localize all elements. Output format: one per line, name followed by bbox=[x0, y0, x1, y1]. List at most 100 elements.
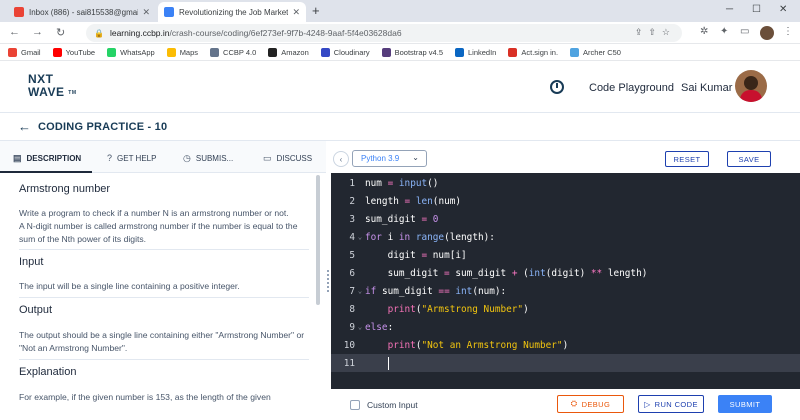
profile-avatar[interactable] bbox=[760, 26, 774, 40]
tab-description[interactable]: ▤ DESCRIPTION bbox=[13, 153, 81, 164]
description-icon: ▤ bbox=[13, 153, 22, 163]
tab-title: Revolutionizing the Job Market | bbox=[179, 7, 289, 17]
bookmark-ccbp-4-0[interactable]: CCBP 4.0 bbox=[210, 47, 257, 57]
title-bar: ← CODING PRACTICE - 10 bbox=[0, 113, 800, 141]
bookmark-whatsapp[interactable]: WhatsApp bbox=[107, 47, 155, 57]
code-line[interactable]: 5 digit = num[i] bbox=[331, 246, 800, 264]
tab-get-help[interactable]: ? GET HELP bbox=[107, 153, 156, 163]
bookmark-gmail[interactable]: Gmail bbox=[8, 47, 41, 57]
maps-icon bbox=[166, 47, 176, 57]
back-icon[interactable]: ← bbox=[9, 26, 20, 38]
omnibox-actions[interactable]: ⇪⇧☆ bbox=[635, 27, 676, 38]
code-text: num = input() bbox=[365, 177, 439, 189]
bookmark-act-sign-in[interactable]: Act.sign in. bbox=[508, 47, 558, 57]
code-line[interactable]: 1 num = input() bbox=[331, 174, 800, 192]
code-line[interactable]: 6 sum_digit = sum_digit + (int(digit) **… bbox=[331, 264, 800, 282]
lock-icon: 🔒 bbox=[94, 28, 104, 38]
avatar[interactable] bbox=[735, 70, 767, 102]
address-bar-row: ← → ↻ 🔒 learning.ccbp.in/crash-course/co… bbox=[0, 22, 800, 44]
bookmark-bootstrap-v4-5[interactable]: Bootstrap v4.5 bbox=[381, 47, 443, 57]
bookmark-maps[interactable]: Maps bbox=[166, 47, 198, 57]
tab-title: Inbox (886) - sai815538@gmail.c bbox=[29, 7, 139, 17]
scrollbar[interactable] bbox=[316, 175, 320, 305]
code-text: digit = num[i] bbox=[387, 249, 467, 261]
code-line[interactable]: 3 sum_digit = 0 bbox=[331, 210, 800, 228]
line-number: 6 bbox=[349, 267, 355, 279]
user-name[interactable]: Sai Kumar bbox=[681, 82, 732, 94]
tab-submissions-label: SUBMIS... bbox=[195, 154, 234, 163]
arrow-left-icon[interactable]: ← bbox=[18, 119, 31, 134]
debug-label: DEBUG bbox=[581, 399, 611, 409]
problem-tabs: ▤ DESCRIPTION ? GET HELP ◷ SUBMIS... ▭ D… bbox=[0, 141, 326, 173]
puzzle-icon[interactable]: ✦ bbox=[720, 26, 728, 37]
maximize-icon[interactable]: ☐ bbox=[752, 4, 761, 15]
youtube-icon bbox=[52, 47, 62, 57]
code-line[interactable]: 8 print("Armstrong Number") bbox=[331, 300, 800, 318]
line-number: 1 bbox=[349, 177, 355, 189]
browser-tab-gmail[interactable]: Inbox (886) - sai815538@gmail.c ✕ bbox=[8, 2, 156, 22]
explanation-heading: Explanation bbox=[19, 366, 77, 378]
bookmark-cloudinary[interactable]: Cloudinary bbox=[320, 47, 370, 57]
code-playground-link[interactable]: Code Playground bbox=[589, 82, 674, 94]
submit-button[interactable]: SUBMIT bbox=[718, 395, 772, 413]
bookmark-amazon[interactable]: Amazon bbox=[268, 47, 309, 57]
sidepanel-icon[interactable]: ▭ bbox=[740, 26, 749, 37]
bookmark-youtube[interactable]: YouTube bbox=[52, 47, 96, 57]
code-line[interactable]: 2 length = len(num) bbox=[331, 192, 800, 210]
code-line[interactable]: 4 ⌄ for i in range(length): bbox=[331, 228, 800, 246]
collapse-panel-button[interactable]: ‹ bbox=[333, 151, 349, 167]
reset-button[interactable]: RESET bbox=[665, 151, 709, 167]
page-title: CODING PRACTICE - 10 bbox=[38, 121, 168, 133]
nxtwave-logo[interactable]: NXT WAVE TM bbox=[28, 73, 88, 103]
line-number: 7 bbox=[349, 285, 355, 297]
bookmark-label: YouTube bbox=[65, 47, 96, 57]
bookmark-linkedin[interactable]: LinkedIn bbox=[455, 47, 496, 57]
problem-description: Armstrong number Write a program to chec… bbox=[19, 173, 309, 404]
timer-icon[interactable] bbox=[550, 80, 564, 94]
editor-footer: Custom Input ⛭ DEBUG ▷ RUN CODE SUBMIT bbox=[331, 389, 800, 420]
fold-chevron-icon[interactable]: ⌄ bbox=[355, 287, 365, 295]
line-number: 11 bbox=[343, 357, 355, 369]
code-line[interactable]: 11 bbox=[331, 354, 800, 372]
line-number: 9 bbox=[349, 321, 355, 333]
menu-icon[interactable]: ⋮ bbox=[783, 26, 793, 37]
new-tab-button[interactable]: + bbox=[312, 3, 320, 18]
amazon-icon bbox=[268, 47, 278, 57]
debug-button[interactable]: ⛭ DEBUG bbox=[557, 395, 624, 413]
input-heading: Input bbox=[19, 256, 44, 268]
custom-input-label[interactable]: Custom Input bbox=[367, 400, 418, 410]
code-line[interactable]: 9 ⌄ else: bbox=[331, 318, 800, 336]
code-editor[interactable]: 1 num = input() 2 length = len(num) 3 sum_dig… bbox=[331, 173, 800, 389]
explanation-text: For example, if the given number is 153,… bbox=[19, 392, 271, 402]
tab-discuss[interactable]: ▭ DISCUSS bbox=[263, 153, 312, 164]
divider bbox=[19, 297, 309, 298]
code-line[interactable]: 7 ⌄ if sum_digit == int(num): bbox=[331, 282, 800, 300]
bookmark-label: CCBP 4.0 bbox=[223, 47, 257, 57]
close-icon[interactable]: ✕ bbox=[142, 7, 150, 18]
output-heading: Output bbox=[19, 304, 53, 316]
forward-icon[interactable]: → bbox=[32, 26, 43, 38]
run-code-button[interactable]: ▷ RUN CODE bbox=[638, 395, 704, 413]
fold-chevron-icon[interactable]: ⌄ bbox=[355, 233, 365, 241]
bookmark-label: Amazon bbox=[281, 47, 309, 57]
bookmark-archer-c50[interactable]: Archer C50 bbox=[570, 47, 621, 57]
extension-icon[interactable]: ✲ bbox=[700, 26, 708, 37]
line-number: 8 bbox=[349, 303, 355, 315]
tab-submissions[interactable]: ◷ SUBMIS... bbox=[183, 153, 233, 164]
code-line[interactable]: 10 print("Not an Armstrong Number") bbox=[331, 336, 800, 354]
divider bbox=[19, 359, 309, 360]
save-button[interactable]: SAVE bbox=[727, 151, 771, 167]
url-path: /crash-course/coding/6ef273ef-9f7b-4248-… bbox=[169, 28, 402, 38]
language-select[interactable]: Python 3.9 ⌄ bbox=[352, 150, 427, 167]
minimize-icon[interactable]: ─ bbox=[726, 4, 733, 15]
close-window-icon[interactable]: ✕ bbox=[779, 4, 787, 15]
browser-tab-ccbp[interactable]: Revolutionizing the Job Market | ✕ bbox=[158, 2, 306, 22]
reload-icon[interactable]: ↻ bbox=[56, 26, 65, 39]
fold-chevron-icon[interactable]: ⌄ bbox=[355, 323, 365, 331]
url-input[interactable]: 🔒 learning.ccbp.in/crash-course/coding/6… bbox=[86, 24, 682, 42]
tab-discuss-label: DISCUSS bbox=[276, 154, 313, 163]
bookmark-label: Bootstrap v4.5 bbox=[394, 47, 443, 57]
custom-input-checkbox[interactable] bbox=[350, 400, 360, 410]
panel-resize-handle[interactable] bbox=[327, 270, 329, 292]
close-icon[interactable]: ✕ bbox=[292, 7, 300, 18]
